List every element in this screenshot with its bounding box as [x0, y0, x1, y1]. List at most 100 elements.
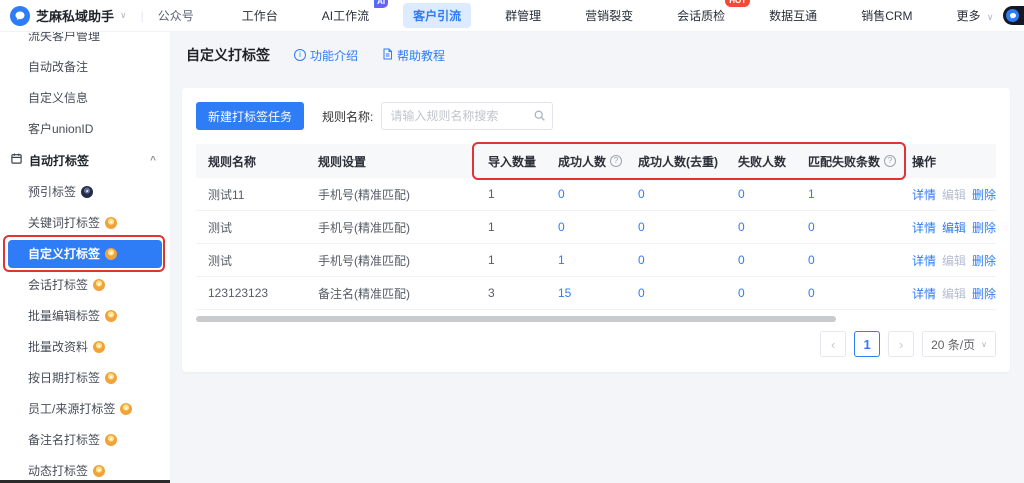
success-dedup-link[interactable]: 0 — [638, 286, 645, 300]
help-question-icon[interactable]: ? — [610, 155, 623, 167]
medal-badge-icon — [105, 309, 118, 322]
nav-item-marketing-fission[interactable]: 营销裂变 — [575, 3, 643, 28]
sidebar-item-label: 按日期打标签 — [28, 371, 101, 385]
card-toolbar: 新建打标签任务 规则名称: — [196, 102, 996, 130]
delete-link[interactable]: 删除 — [972, 252, 996, 269]
edit-link[interactable]: 编辑 — [942, 186, 966, 203]
current-page-button[interactable]: 1 — [854, 331, 881, 357]
sidebar: 流失客户管理 自动改备注 自定义信息 客户unionID 自动打标签 ^ 预引标… — [0, 32, 170, 483]
fail-count-link[interactable]: 0 — [738, 187, 745, 201]
sidebar-section-auto-tagging[interactable]: 自动打标签 ^ — [0, 144, 170, 176]
app-logo-icon — [10, 5, 30, 26]
new-tagging-task-button[interactable]: 新建打标签任务 — [196, 102, 305, 130]
help-question-icon[interactable]: ? — [884, 155, 897, 167]
logo-caret-down-icon[interactable]: ∨ — [120, 10, 127, 21]
sidebar-item-label: 会话打标签 — [28, 278, 89, 292]
detail-link[interactable]: 详情 — [912, 285, 936, 302]
col-actions: 操作 — [912, 154, 937, 169]
edit-link[interactable]: 编辑 — [942, 219, 966, 236]
cell-fail-count: 0 — [726, 220, 796, 234]
feature-intro-link[interactable]: i 功能介绍 — [294, 47, 358, 64]
nav-item-more[interactable]: 更多 ∨ — [947, 3, 1004, 28]
page-size-select[interactable]: 20 条/页 ∨ — [922, 331, 996, 357]
horizontal-scrollbar[interactable] — [196, 316, 836, 322]
col-success-dedup: 成功人数(去重) — [638, 154, 718, 169]
sidebar-item-customer-unionid[interactable]: 客户unionID — [0, 113, 170, 144]
detail-link[interactable]: 详情 — [912, 219, 936, 236]
sidebar-item-label: 关键词打标签 — [28, 216, 101, 230]
section-collapse-caret-icon[interactable]: ^ — [150, 155, 156, 166]
prev-page-button[interactable]: ‹ — [820, 331, 847, 357]
sidebar-item-custom-info[interactable]: 自定义信息 — [0, 82, 170, 113]
sidebar-item-label: 员工/来源打标签 — [28, 402, 116, 416]
detail-link[interactable]: 详情 — [912, 186, 936, 203]
sidebar-item-churn-management[interactable]: 流失客户管理 — [0, 32, 170, 51]
success-count-link[interactable]: 1 — [558, 253, 565, 267]
nav-item-ai-workflow[interactable]: AI工作流 AI — [312, 0, 389, 28]
medal-badge-icon — [105, 433, 118, 446]
sidebar-item-batch-edit-tags[interactable]: 批量编辑标签 — [0, 300, 170, 331]
import-count-value: 1 — [488, 253, 495, 267]
edit-link[interactable]: 编辑 — [942, 285, 966, 302]
channel-switch-link[interactable]: 公众号 — [158, 7, 194, 24]
nav-item-data-exchange[interactable]: 数据互通 — [759, 3, 827, 28]
success-dedup-link[interactable]: 0 — [638, 220, 645, 234]
cell-success-dedup: 0 — [626, 187, 726, 201]
match-fail-link[interactable]: 0 — [808, 220, 815, 234]
sidebar-item-dynamic-tagging[interactable]: 动态打标签 — [0, 455, 170, 483]
cell-rule-name: 123123123 — [208, 286, 269, 300]
next-page-button[interactable]: › — [888, 331, 915, 357]
nav-item-customer-acquisition[interactable]: 客户引流 — [403, 3, 472, 28]
sidebar-item-batch-edit-profile[interactable]: 批量改资料 — [0, 331, 170, 362]
rule-name-label: 规则名称: — [322, 109, 374, 124]
delete-link[interactable]: 删除 — [972, 285, 996, 302]
help-tutorial-link[interactable]: 帮助教程 — [382, 47, 445, 64]
nav-item-sales-crm[interactable]: 销售CRM — [851, 3, 922, 28]
edit-link[interactable]: 编辑 — [942, 252, 966, 269]
cell-import-count: 1 — [476, 253, 546, 267]
sidebar-item-auto-remark[interactable]: 自动改备注 — [0, 51, 170, 82]
medal-badge-icon — [93, 464, 106, 477]
page-header: 自定义打标签 i 功能介绍 帮助教程 — [170, 32, 1024, 65]
match-fail-link[interactable]: 0 — [808, 253, 815, 267]
plan-badge[interactable]: 企业版 V3 — [1003, 6, 1024, 25]
detail-link[interactable]: 详情 — [912, 252, 936, 269]
calendar-icon — [10, 152, 23, 168]
fail-count-link[interactable]: 0 — [738, 286, 745, 300]
match-fail-link[interactable]: 1 — [808, 187, 815, 201]
sidebar-item-staff-source-tagging[interactable]: 员工/来源打标签 — [0, 393, 170, 424]
app-title: 芝麻私域助手 — [36, 9, 115, 24]
import-count-value: 3 — [488, 286, 495, 300]
sidebar-item-date-tagging[interactable]: 按日期打标签 — [0, 362, 170, 393]
success-count-link[interactable]: 15 — [558, 286, 571, 300]
more-caret-down-icon: ∨ — [986, 12, 994, 22]
nav-item-workbench[interactable]: 工作台 — [232, 3, 288, 28]
fail-count-link[interactable]: 0 — [738, 220, 745, 234]
success-dedup-link[interactable]: 0 — [638, 253, 645, 267]
success-count-link[interactable]: 0 — [558, 220, 565, 234]
delete-link[interactable]: 删除 — [972, 186, 996, 203]
success-dedup-link[interactable]: 0 — [638, 187, 645, 201]
nav-item-chat-inspection[interactable]: 会话质检 HOT — [667, 0, 751, 28]
cell-success-count: 15 — [546, 286, 626, 300]
sidebar-item-remark-name-tagging[interactable]: 备注名打标签 — [0, 424, 170, 455]
fail-count-link[interactable]: 0 — [738, 253, 745, 267]
sidebar-item-keyword-tagging[interactable]: 关键词打标签 — [0, 207, 170, 238]
sidebar-item-preset-tag[interactable]: 预引标签 — [0, 176, 170, 207]
medal-badge-icon — [81, 185, 94, 198]
match-fail-link[interactable]: 0 — [808, 286, 815, 300]
cell-actions: 详情 编辑 删除 — [902, 252, 996, 269]
cell-fail-count: 0 — [726, 187, 796, 201]
brand-logo[interactable]: 芝麻私域助手 ∨ | 公众号 — [0, 5, 194, 26]
success-count-link[interactable]: 0 — [558, 187, 565, 201]
cell-import-count: 1 — [476, 187, 546, 201]
search-icon[interactable] — [533, 109, 546, 125]
sidebar-item-label: 备注名打标签 — [28, 433, 101, 447]
sidebar-item-custom-tagging[interactable]: 自定义打标签 — [0, 238, 170, 269]
delete-link[interactable]: 删除 — [972, 219, 996, 236]
rule-search-input[interactable] — [381, 102, 554, 130]
sidebar-item-chat-tagging[interactable]: 会话打标签 — [0, 269, 170, 300]
nav-item-group-management[interactable]: 群管理 — [495, 3, 551, 28]
sidebar-item-label: 批量编辑标签 — [28, 309, 101, 323]
help-tutorial-label: 帮助教程 — [397, 48, 446, 63]
